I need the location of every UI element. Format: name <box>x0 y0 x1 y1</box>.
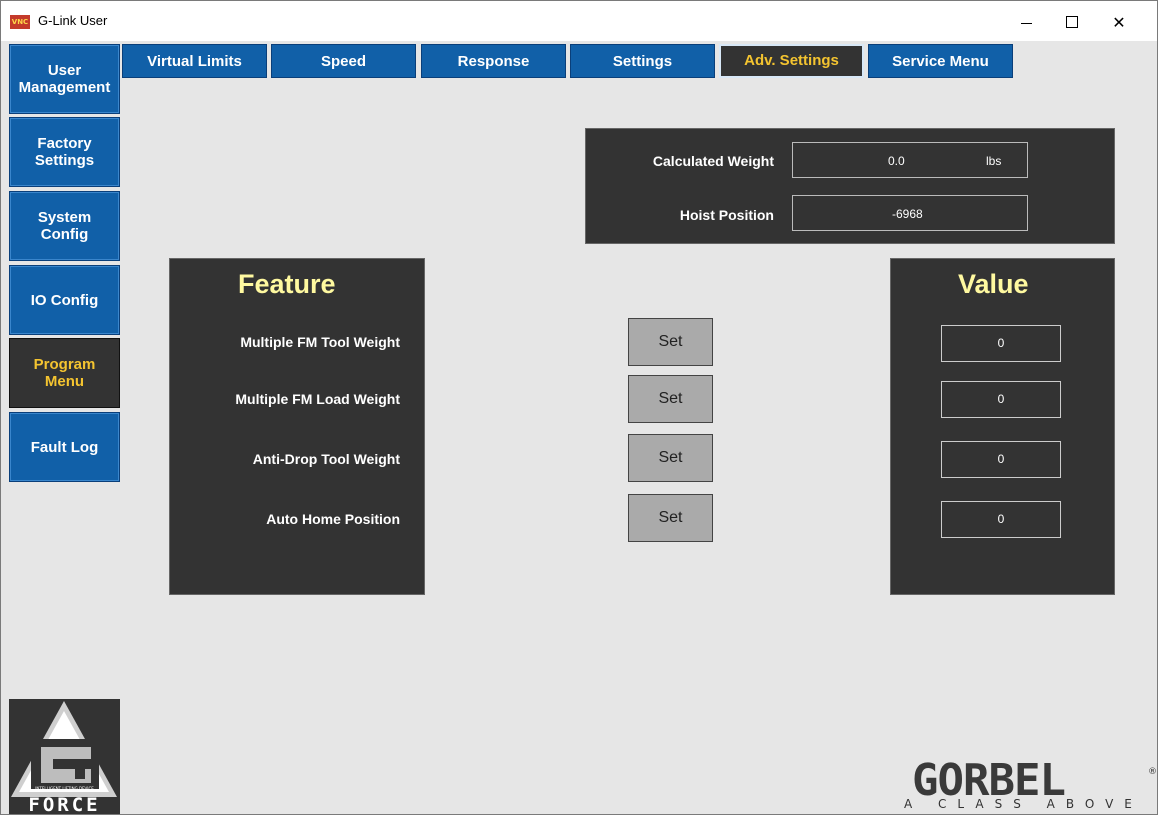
set-button-multiple-fm-tool-weight[interactable]: Set <box>628 318 713 366</box>
window-title: G-Link User <box>38 13 108 28</box>
gforce-logo: INTELLIGENT LIFTING DEVICE FORCE <box>9 699 120 814</box>
registered-mark: ® <box>1148 767 1157 777</box>
value-field-auto-home-position: 0 <box>941 501 1061 538</box>
gorbel-logo: GORBEL ® A CLASS ABOVE <box>896 755 1157 814</box>
hoist-position-label: Hoist Position <box>679 207 774 223</box>
set-button-auto-home-position[interactable]: Set <box>628 494 713 542</box>
close-button[interactable]: ✕ <box>1099 8 1139 36</box>
calculated-weight-field: 0.0 lbs <box>792 142 1028 178</box>
value-field-anti-drop-tool-weight: 0 <box>941 441 1061 478</box>
calculated-weight-value: 0.0 <box>888 154 905 168</box>
minimize-icon <box>1020 22 1032 24</box>
set-button-anti-drop-tool-weight[interactable]: Set <box>628 434 713 482</box>
value-heading: Value <box>958 269 1029 299</box>
sidebar-item-fault-log[interactable]: Fault Log <box>9 412 120 482</box>
calculated-weight-unit: lbs <box>986 154 1002 168</box>
feature-panel: Feature Multiple FM Tool Weight Multiple… <box>169 258 425 595</box>
app-window: VNC G-Link User ✕ User Management Factor… <box>0 0 1158 815</box>
sidebar-item-factory-settings[interactable]: Factory Settings <box>9 117 120 187</box>
feature-label-anti-drop-tool-weight: Anti-Drop Tool Weight <box>252 451 400 467</box>
sidebar-item-system-config[interactable]: System Config <box>9 191 120 261</box>
sidebar-item-program-menu[interactable]: Program Menu <box>9 338 120 408</box>
value-panel: Value 0 0 0 0 <box>890 258 1115 595</box>
close-icon: ✕ <box>1112 12 1126 32</box>
feature-label-multiple-fm-load-weight: Multiple FM Load Weight <box>235 391 400 407</box>
tab-service-menu[interactable]: Service Menu <box>868 44 1013 78</box>
weight-info-panel: Calculated Weight 0.0 lbs Hoist Position… <box>585 128 1115 244</box>
tab-settings[interactable]: Settings <box>570 44 715 78</box>
tab-response[interactable]: Response <box>421 44 566 78</box>
hoist-position-value: -6968 <box>892 207 923 221</box>
tab-virtual-limits[interactable]: Virtual Limits <box>122 44 267 78</box>
set-button-multiple-fm-load-weight[interactable]: Set <box>628 375 713 423</box>
feature-label-auto-home-position: Auto Home Position <box>266 511 400 527</box>
hoist-position-field: -6968 <box>792 195 1028 231</box>
value-field-multiple-fm-tool-weight: 0 <box>941 325 1061 362</box>
vnc-app-icon: VNC <box>10 15 30 29</box>
gforce-tagline: INTELLIGENT LIFTING DEVICE <box>35 786 94 791</box>
tab-adv-settings[interactable]: Adv. Settings <box>719 44 864 78</box>
gorbel-tagline: A CLASS ABOVE <box>904 797 1143 811</box>
gforce-wordmark: FORCE <box>28 794 101 815</box>
maximize-icon <box>1066 16 1078 28</box>
value-field-multiple-fm-load-weight: 0 <box>941 381 1061 418</box>
title-bar[interactable]: VNC G-Link User ✕ <box>1 1 1157 41</box>
sidebar-item-io-config[interactable]: IO Config <box>9 265 120 335</box>
feature-label-multiple-fm-tool-weight: Multiple FM Tool Weight <box>240 334 400 350</box>
calculated-weight-label: Calculated Weight <box>652 153 774 169</box>
feature-heading: Feature <box>238 269 336 299</box>
minimize-button[interactable] <box>1006 8 1046 36</box>
tab-speed[interactable]: Speed <box>271 44 416 78</box>
sidebar-item-user-management[interactable]: User Management <box>9 44 120 114</box>
maximize-button[interactable] <box>1052 8 1092 36</box>
